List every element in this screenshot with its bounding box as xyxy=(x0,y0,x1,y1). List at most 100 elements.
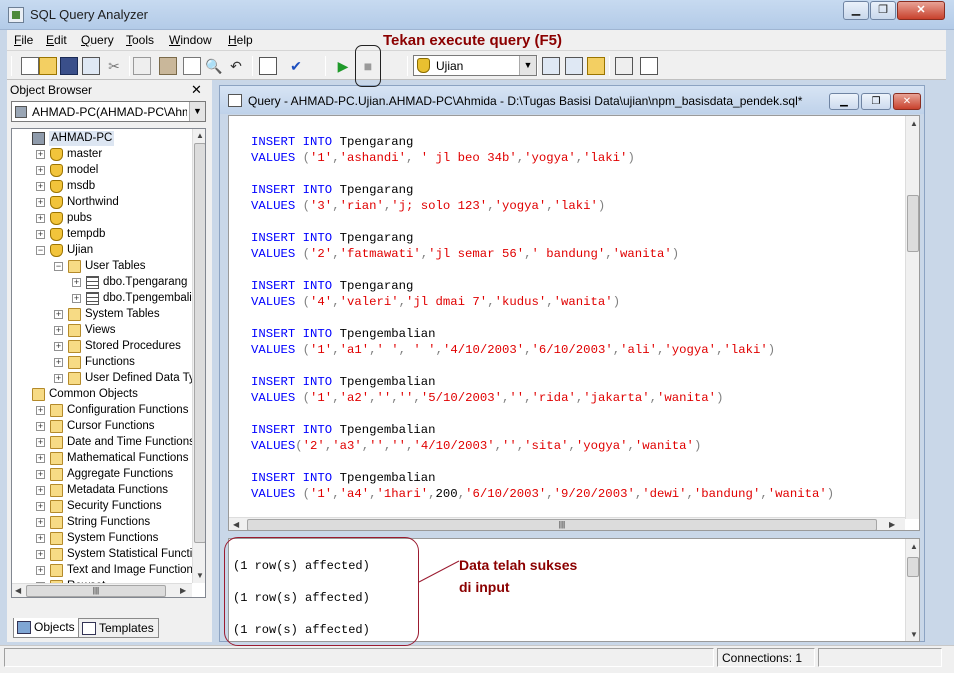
open-icon[interactable] xyxy=(39,57,57,75)
query-minimize-button[interactable]: ▁ xyxy=(829,93,859,110)
expand-icon[interactable]: + xyxy=(36,566,45,575)
expand-icon[interactable]: + xyxy=(54,310,63,319)
properties-icon[interactable] xyxy=(615,57,633,75)
window-title: SQL Query Analyzer xyxy=(30,7,149,22)
expand-icon[interactable]: + xyxy=(36,150,45,159)
insert-template-icon[interactable] xyxy=(82,57,100,75)
expand-icon[interactable]: + xyxy=(72,278,81,287)
minimize-button[interactable]: ▁ xyxy=(843,1,869,20)
expand-icon[interactable]: + xyxy=(36,502,45,511)
display-plan-icon[interactable] xyxy=(542,57,560,75)
punctuation: , xyxy=(332,343,340,357)
string-literal: 'wanita' xyxy=(612,247,672,261)
execute-icon[interactable]: ▶ xyxy=(334,57,352,75)
menu-tools[interactable]: Tools xyxy=(126,33,154,47)
query-close-button[interactable]: ✕ xyxy=(893,93,921,110)
menu-query[interactable]: Query xyxy=(81,33,114,47)
editor-vertical-scrollbar[interactable]: ▲ xyxy=(905,116,919,519)
cut-icon[interactable]: ✂ xyxy=(105,57,123,75)
parse-check-icon[interactable]: ✔ xyxy=(287,57,305,75)
punctuation: , xyxy=(686,487,694,501)
tree-item-label: AHMAD-PC xyxy=(49,131,115,146)
close-icon[interactable]: ✕ xyxy=(191,82,202,98)
menu-file[interactable]: File xyxy=(14,33,33,47)
scroll-up-icon[interactable]: ▲ xyxy=(196,131,204,140)
tab-templates[interactable]: Templates xyxy=(78,618,159,638)
scroll-thumb[interactable] xyxy=(194,143,205,543)
expand-icon[interactable]: + xyxy=(36,166,45,175)
expand-icon[interactable]: + xyxy=(36,182,45,191)
object-browser-pane: Object Browser ✕ AHMAD-PC(AHMAD-PC\Ahmid… xyxy=(7,80,212,642)
query-maximize-button[interactable]: ❐ xyxy=(861,93,891,110)
results-grid-icon[interactable] xyxy=(259,57,277,75)
paste-icon[interactable] xyxy=(159,57,177,75)
expand-icon[interactable]: + xyxy=(36,230,45,239)
clear-icon[interactable] xyxy=(183,57,201,75)
maximize-button[interactable]: ❐ xyxy=(870,1,896,20)
server-select[interactable]: AHMAD-PC(AHMAD-PC\Ahmida ▼ xyxy=(11,101,206,122)
expand-icon[interactable]: + xyxy=(36,198,45,207)
tab-objects[interactable]: Objects xyxy=(13,618,80,638)
expand-icon[interactable]: + xyxy=(54,358,63,367)
scroll-right-icon[interactable]: ▶ xyxy=(889,520,895,529)
object-search-icon[interactable] xyxy=(587,57,605,75)
results-pane-icon[interactable] xyxy=(640,57,658,75)
results-vertical-scrollbar[interactable]: ▲ ▼ xyxy=(905,539,919,641)
collapse-icon[interactable]: − xyxy=(54,262,63,271)
expand-icon[interactable]: + xyxy=(54,374,63,383)
chevron-down-icon[interactable]: ▼ xyxy=(519,56,536,75)
tree-item-label: Text and Image Functions xyxy=(67,564,199,576)
close-button[interactable]: ✕ xyxy=(897,1,945,20)
expand-icon[interactable]: + xyxy=(54,342,63,351)
scroll-up-icon[interactable]: ▲ xyxy=(910,542,918,551)
db-icon xyxy=(50,180,63,193)
menu-window[interactable]: Window xyxy=(169,33,212,47)
scroll-down-icon[interactable]: ▼ xyxy=(910,630,918,639)
scroll-down-icon[interactable]: ▼ xyxy=(196,571,204,580)
collapse-icon[interactable]: − xyxy=(36,246,45,255)
scroll-right-icon[interactable]: ▶ xyxy=(180,586,186,595)
scroll-left-icon[interactable]: ◀ xyxy=(233,520,239,529)
string-literal: 'jl semar 56' xyxy=(428,247,525,261)
query-document-icon xyxy=(228,94,242,107)
object-browser-icon[interactable] xyxy=(565,57,583,75)
expand-icon[interactable]: + xyxy=(72,294,81,303)
expand-icon[interactable]: + xyxy=(36,518,45,527)
menu-help[interactable]: Help xyxy=(228,33,253,47)
copy-icon[interactable] xyxy=(133,57,151,75)
database-icon[interactable] xyxy=(381,57,399,75)
undo-icon[interactable]: ↶ xyxy=(227,57,245,75)
new-query-icon[interactable] xyxy=(21,57,39,75)
expand-icon[interactable]: + xyxy=(36,422,45,431)
scroll-up-icon[interactable]: ▲ xyxy=(910,119,918,128)
editor-horizontal-scrollbar[interactable]: ◀ ||| ▶ xyxy=(229,517,905,530)
expand-icon[interactable]: + xyxy=(36,470,45,479)
scroll-left-icon[interactable]: ◀ xyxy=(15,586,21,595)
save-icon[interactable] xyxy=(60,57,78,75)
expand-icon[interactable]: + xyxy=(36,406,45,415)
tree-item-label: Security Functions xyxy=(67,500,162,512)
scroll-thumb[interactable]: ||| xyxy=(26,585,166,597)
string-literal: 'a3' xyxy=(332,439,362,453)
expand-icon[interactable]: + xyxy=(36,534,45,543)
expand-icon[interactable]: + xyxy=(54,326,63,335)
chevron-down-icon[interactable]: ▼ xyxy=(189,102,205,121)
database-select[interactable]: Ujian ▼ xyxy=(413,55,537,76)
expand-icon[interactable]: + xyxy=(36,438,45,447)
string-literal: 'yogya' xyxy=(524,151,576,165)
tree-vertical-scrollbar[interactable]: ▲ ▼ xyxy=(192,129,205,583)
scroll-thumb[interactable] xyxy=(907,195,919,252)
string-literal: '6/10/2003' xyxy=(465,487,547,501)
expand-icon[interactable]: + xyxy=(36,454,45,463)
punctuation: , xyxy=(398,343,407,357)
find-icon[interactable]: 🔍 xyxy=(205,57,223,75)
expand-icon[interactable]: + xyxy=(36,214,45,223)
string-literal: 'jakarta' xyxy=(583,391,650,405)
tree-horizontal-scrollbar[interactable]: ◀ ||| ▶ xyxy=(12,583,192,597)
menu-edit[interactable]: Edit xyxy=(46,33,67,47)
scroll-thumb[interactable]: ||| xyxy=(247,519,877,530)
sql-editor[interactable]: INSERT INTO Tpengarang VALUES ('1','ashan… xyxy=(228,115,920,531)
expand-icon[interactable]: + xyxy=(36,550,45,559)
scroll-thumb[interactable] xyxy=(907,557,919,577)
expand-icon[interactable]: + xyxy=(36,486,45,495)
